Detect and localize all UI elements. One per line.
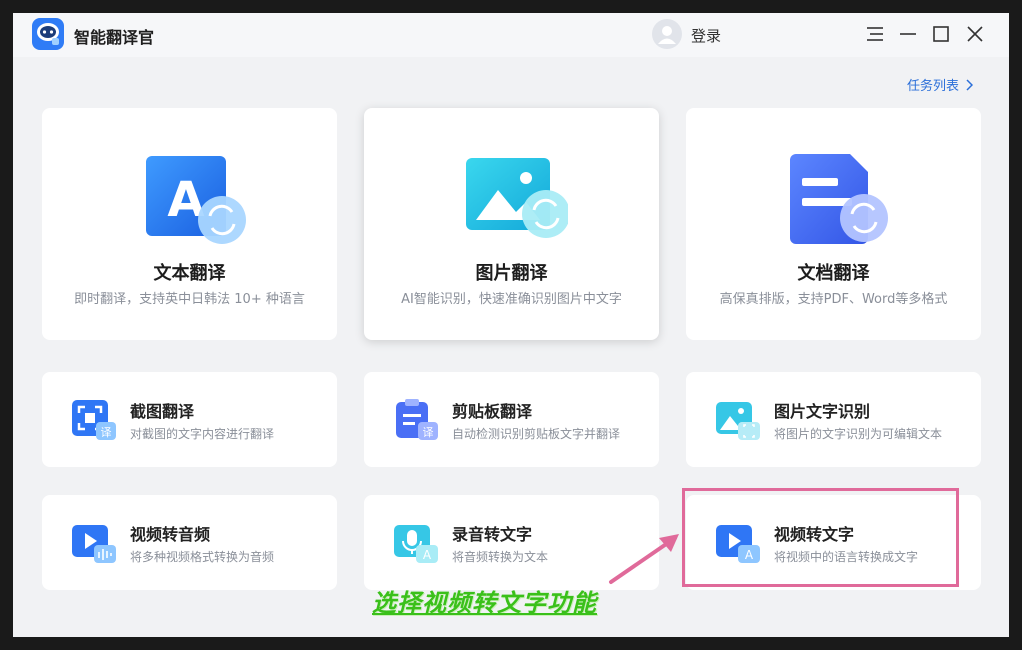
video-to-audio-icon — [72, 525, 116, 563]
card-title: 录音转文字 — [452, 525, 533, 544]
card-title: 图片文字识别 — [774, 402, 871, 421]
screenshot-translate-card[interactable]: 译 截图翻译 对截图的文字内容进行翻译 — [42, 372, 337, 467]
maximize-button[interactable] — [928, 21, 954, 47]
close-icon — [967, 26, 983, 42]
image-ocr-icon — [716, 402, 760, 440]
minimize-button[interactable] — [895, 21, 921, 47]
card-subtitle: 自动检测识别剪贴板文字并翻译 — [452, 427, 621, 441]
card-subtitle: 对截图的文字内容进行翻译 — [130, 427, 275, 441]
card-subtitle: AI智能识别，快速准确识别图片中文字 — [401, 292, 622, 307]
highlight-box — [682, 488, 959, 587]
text-translate-icon: A — [146, 156, 246, 244]
card-subtitle: 将音频转换为文本 — [452, 550, 549, 564]
card-subtitle: 将多种视频格式转换为音频 — [130, 550, 275, 564]
card-subtitle: 将图片的文字识别为可编辑文本 — [774, 427, 943, 441]
svg-text:译: 译 — [101, 426, 112, 439]
image-ocr-card[interactable]: 图片文字识别 将图片的文字识别为可编辑文本 — [686, 372, 981, 467]
document-translate-card[interactable]: 文档翻译 高保真排版，支持PDF、Word等多格式 — [686, 108, 981, 340]
app-title: 智能翻译官 — [74, 28, 155, 47]
menu-icon — [867, 27, 883, 41]
clipboard-translate-card[interactable]: 译 剪贴板翻译 自动检测识别剪贴板文字并翻译 — [364, 372, 659, 467]
card-subtitle: 即时翻译，支持英中日韩法 10+ 种语言 — [74, 292, 305, 307]
image-translate-card[interactable]: 图片翻译 AI智能识别，快速准确识别图片中文字 — [364, 108, 659, 340]
chevron-right-icon — [966, 78, 973, 91]
svg-text:译: 译 — [423, 426, 434, 439]
close-button[interactable] — [962, 21, 988, 47]
card-subtitle: 高保真排版，支持PDF、Word等多格式 — [719, 292, 948, 307]
minimize-icon — [900, 33, 916, 35]
card-title: 截图翻译 — [130, 402, 195, 421]
card-title: 视频转音频 — [130, 525, 211, 544]
task-list-link[interactable]: 任务列表 — [907, 75, 973, 94]
card-title: 文档翻译 — [797, 263, 870, 284]
video-to-audio-card[interactable]: 视频转音频 将多种视频格式转换为音频 — [42, 495, 337, 590]
screenshot-icon: 译 — [72, 400, 116, 440]
title-bar: 智能翻译官 登录 — [13, 13, 1009, 57]
avatar[interactable] — [652, 19, 682, 49]
svg-text:A: A — [423, 548, 432, 562]
user-icon — [658, 26, 676, 44]
card-title: 文本翻译 — [153, 263, 226, 284]
app-logo-icon — [32, 18, 64, 50]
arrow-icon — [609, 534, 679, 584]
text-translate-card[interactable]: A 文本翻译 即时翻译，支持英中日韩法 10+ 种语言 — [42, 108, 337, 340]
card-title: 剪贴板翻译 — [452, 402, 533, 421]
task-list-label: 任务列表 — [906, 79, 959, 94]
document-translate-icon — [790, 154, 888, 244]
annotation-text: 选择视频转文字功能 — [372, 589, 597, 617]
maximize-icon — [933, 26, 949, 42]
card-title: 图片翻译 — [475, 263, 548, 284]
app-window: 智能翻译官 登录 任务列表 A 文本翻译 即时翻译，支持英中日韩法 10+ 种语… — [13, 13, 1009, 637]
menu-button[interactable] — [862, 21, 888, 47]
login-button[interactable]: 登录 — [691, 25, 721, 46]
image-translate-icon — [466, 158, 568, 238]
clipboard-icon: 译 — [396, 399, 438, 440]
microphone-icon: A — [394, 525, 438, 563]
